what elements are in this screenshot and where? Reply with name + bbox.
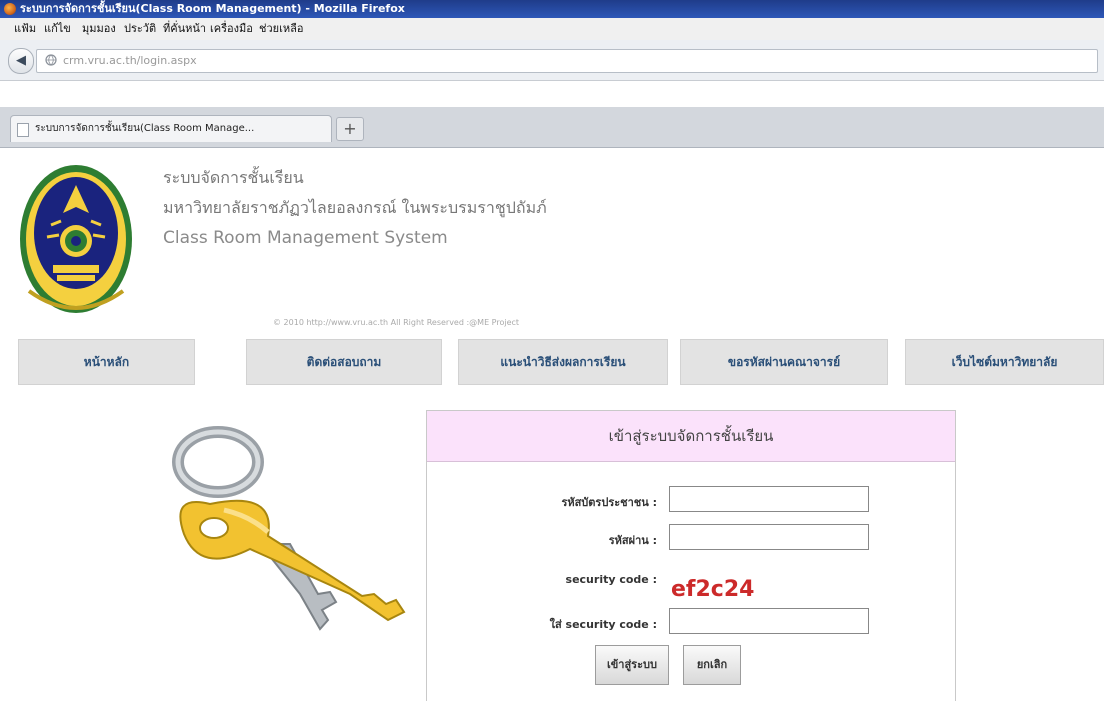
nav-home[interactable]: หน้าหลัก [18,339,195,385]
security-code-input[interactable] [669,608,869,634]
login-heading: เข้าสู่ระบบจัดการชั้นเรียน [427,411,955,462]
password-label: รหัสผ่าน : [608,534,657,547]
tab-title: ระบบการจัดการชั้นเรียน(Class Room Manage… [35,123,255,134]
menu-file[interactable]: แฟ้ม [14,18,36,40]
nav-contact[interactable]: ติดต่อสอบถาม [246,339,442,385]
university-name: มหาวิทยาลัยราชภัฏวไลยอลงกรณ์ ในพระบรมราช… [163,198,547,217]
page-icon [17,123,29,137]
copyright-text: © 2010 http://www.vru.ac.th All Right Re… [273,318,520,327]
menu-bookmarks[interactable]: ที่คั่นหน้า [163,18,206,40]
system-title-thai: ระบบจัดการชั้นเรียน [163,168,304,187]
back-button[interactable]: ◀ [8,48,34,74]
tab-strip: ระบบการจัดการชั้นเรียน(Class Room Manage… [0,107,1104,148]
enter-security-code-label: ใส่ security code : [549,618,657,631]
arrow-left-icon: ◀ [16,53,26,68]
cancel-button[interactable]: ยกเลิก [683,645,741,685]
menu-view[interactable]: มุมมอง [82,18,116,40]
nav-grade-submission-guide[interactable]: แนะนำวิธีส่งผลการเรียน [458,339,668,385]
navigation-toolbar: ◀ crm.vru.ac.th/login.aspx [0,40,1104,81]
browser-tab[interactable]: ระบบการจัดการชั้นเรียน(Class Room Manage… [10,115,332,142]
window-titlebar: ระบบการจัดการชั้นเรียน(Class Room Manage… [0,0,1104,18]
url-bar[interactable]: crm.vru.ac.th/login.aspx [36,49,1098,73]
password-input[interactable] [669,524,869,550]
id-card-input[interactable] [669,486,869,512]
nav-university-website[interactable]: เว็บไซต์มหาวิทยาลัย [905,339,1104,385]
firefox-icon [4,3,16,15]
id-card-label: รหัสบัตรประชาชน : [561,496,657,509]
menu-bar: แฟ้ม แก้ไข มุมมอง ประวัติ ที่คั่นหน้า เค… [0,18,1104,41]
login-panel: เข้าสู่ระบบจัดการชั้นเรียน รหัสบัตรประชา… [426,410,956,701]
login-button[interactable]: เข้าสู่ระบบ [595,645,669,685]
university-logo [20,165,132,313]
globe-icon [45,54,57,66]
nav-request-password[interactable]: ขอรหัสผ่านคณาจารย์ [680,339,888,385]
url-text: crm.vru.ac.th/login.aspx [63,54,197,67]
menu-edit[interactable]: แก้ไข [44,18,71,40]
menu-help[interactable]: ช่วยเหลือ [259,18,303,40]
window-title: ระบบการจัดการชั้นเรียน(Class Room Manage… [20,2,405,15]
security-code-label: security code : [565,573,657,586]
new-tab-button[interactable]: + [336,117,364,141]
security-code-value: ef2c24 [671,577,755,602]
keys-icon [172,426,406,631]
system-title-english: Class Room Management System [163,228,448,248]
menu-history[interactable]: ประวัติ [124,18,156,40]
menu-tools[interactable]: เครื่องมือ [210,18,253,40]
